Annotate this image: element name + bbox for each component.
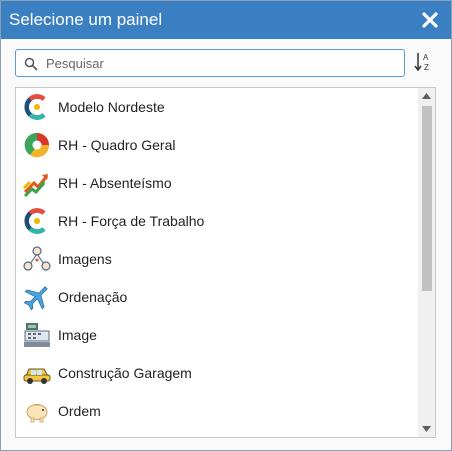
list-item[interactable]: Ordenação: [16, 278, 419, 316]
list-item-label: RH - Força de Trabalho: [58, 213, 205, 229]
list-item[interactable]: RH - Força de Trabalho: [16, 202, 419, 240]
scroll-up-icon[interactable]: [422, 93, 431, 99]
dialog-title: Selecione um painel: [9, 10, 163, 29]
dialog-titlebar: Selecione um painel: [1, 1, 451, 39]
list-item[interactable]: Image: [16, 316, 419, 354]
scrollbar-thumb[interactable]: [422, 106, 432, 291]
list-item-partial[interactable]: [16, 430, 419, 438]
list-item[interactable]: Ordem: [16, 392, 419, 430]
list-item[interactable]: Modelo Nordeste: [16, 88, 419, 126]
svg-text:A: A: [423, 53, 429, 62]
list-item-label: Modelo Nordeste: [58, 99, 165, 115]
cash-register-icon: [24, 323, 50, 347]
scroll-down-icon[interactable]: [422, 426, 431, 432]
search-icon: [24, 57, 38, 71]
piggy-bank-icon: [26, 404, 48, 423]
list-item[interactable]: Construção Garagem: [16, 354, 419, 392]
list-item-icon: [22, 434, 52, 438]
search-input[interactable]: [46, 53, 396, 73]
people-network-icon: [23, 246, 51, 271]
svg-text:Z: Z: [424, 63, 429, 72]
list-item[interactable]: RH - Absenteísmo: [16, 164, 419, 202]
search-box: [15, 49, 405, 77]
list-item-label: RH - Absenteísmo: [58, 175, 172, 191]
sort-alpha-asc-icon[interactable]: A Z: [414, 51, 434, 73]
list-item-label: Image: [58, 327, 97, 343]
list-item[interactable]: Imagens: [16, 240, 419, 278]
select-panel-dialog: Selecione um painel A Z Modelo Nordeste: [0, 0, 452, 451]
list-item-label: Ordem: [58, 403, 101, 419]
list-item-label: Imagens: [58, 251, 112, 267]
list-item-label: RH - Quadro Geral: [58, 137, 176, 153]
panel-list: Modelo Nordeste RH - Quadro Geral RH - A…: [15, 87, 436, 438]
airplane-icon: [23, 286, 48, 311]
list-scrollbar[interactable]: [418, 88, 435, 437]
list-item[interactable]: RH - Quadro Geral: [16, 126, 419, 164]
c-logo-icon: [24, 208, 46, 234]
close-icon[interactable]: [419, 9, 441, 31]
trend-arrows-icon: [22, 174, 49, 198]
car-icon: [23, 368, 51, 384]
list-item-label: Construção Garagem: [58, 365, 192, 381]
c-logo-icon: [24, 94, 46, 120]
list-item-label: Ordenação: [58, 289, 128, 305]
pie-chart-icon: [24, 132, 50, 158]
